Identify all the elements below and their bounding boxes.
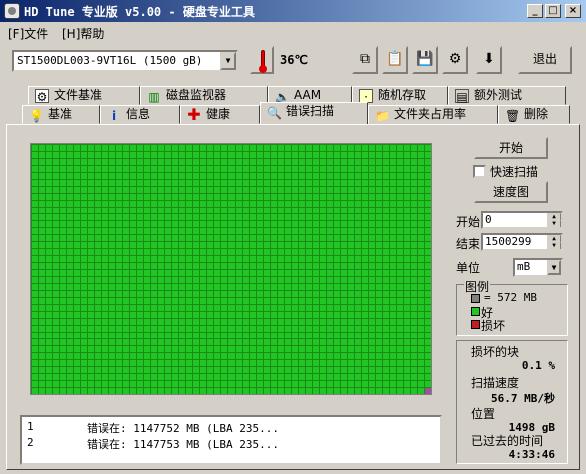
options-icon: ⚙ [448,51,462,67]
down-arrow-icon: ⬇ [483,51,495,67]
speed-map-button[interactable]: 速度图 [474,181,548,203]
random-access-icon: · [359,89,373,104]
legend-swatch-block [471,294,480,303]
paste-button[interactable]: 📋 [382,46,408,74]
tab-benchmark[interactable]: 💡 基准 [22,105,100,124]
title-bar: HD Tune 专业版 v5.00 - 硬盘专业工具 _ □ × [0,0,586,22]
copy-button[interactable]: ⧉ [352,46,378,74]
down-arrow-button[interactable]: ⬇ [476,46,502,74]
minimize-button[interactable]: _ [527,4,543,18]
menu-help[interactable]: [H]帮助 [62,25,104,42]
spin-down-icon[interactable]: ▼ [547,220,561,227]
quick-scan-label: 快速扫描 [490,165,539,179]
window-title: HD Tune 专业版 v5.00 - 硬盘专业工具 [24,5,255,19]
damaged-label: 损坏的块 [471,345,520,359]
unit-select[interactable]: mB ▼ [513,258,563,277]
lightbulb-icon: 💡 [29,109,44,123]
magnifier-icon: 🔍 [267,106,282,120]
disk-monitor-icon: ▥ [148,90,160,104]
options-button[interactable]: ⚙ [442,46,468,74]
spin-down-icon[interactable]: ▼ [547,242,561,249]
temperature-readout: 36℃ [280,53,308,67]
end-input[interactable]: 1500299 ▲ ▼ [481,233,563,251]
position-label: 位置 [471,407,496,421]
maximize-button[interactable]: □ [545,4,561,18]
start-input[interactable]: 0 ▲ ▼ [481,211,563,229]
tab-disk-monitor[interactable]: ▥ 磁盘监视器 [140,86,268,105]
copy-icon: ⧉ [360,51,370,67]
block-grid [31,144,431,394]
block-map [30,143,432,395]
save-icon: 💾 [416,51,434,67]
info-icon: i [111,109,117,123]
speed-label: 扫描速度 [471,376,520,390]
health-cross-icon: ✚ [187,105,201,124]
tab-health[interactable]: ✚ 健康 [180,105,260,124]
exit-button[interactable]: 退出 [518,46,572,74]
save-button[interactable]: 💾 [412,46,438,74]
speed-value: 56.7 MB/秒 [491,392,555,405]
tab-file-benchmark[interactable]: ⚙ 文件基准 [28,86,140,105]
legend-swatch-bad [471,320,480,329]
tab-error-scan[interactable]: 🔍 错误扫描 [260,102,368,124]
legend-block-label: = 572 MB [484,291,537,304]
scan-stats: 损坏的块 0.1 % 扫描速度 56.7 MB/秒 位置 1498 gB 已过去… [456,340,568,464]
elapsed-label: 已过去的时间 [471,434,544,448]
chevron-down-icon[interactable]: ▼ [220,52,236,70]
thermometer-icon [250,46,274,74]
menu-file[interactable]: [F]文件 [8,25,48,42]
legend-swatch-good [471,307,480,316]
current-block [425,388,431,394]
trash-icon: 🗑 [505,109,521,123]
file-benchmark-icon: ⚙ [35,89,49,104]
toolbar: ST1500DL003-9VT16L (1500 gB) ▼ 36℃ ⧉ 📋 💾… [0,42,586,78]
quick-scan-checkbox[interactable] [473,165,486,178]
error-log-list[interactable]: 1 错误在: 1147752 MB (LBA 235... 2 错误在: 114… [20,415,442,465]
extra-tests-icon: ▤ [455,89,469,104]
menu-bar: [F]文件 [H]帮助 [0,23,586,41]
drive-select-value: ST1500DL003-9VT16L (1500 gB) [17,54,203,67]
tab-erase[interactable]: 🗑 删除 [498,105,570,124]
paste-icon: 📋 [386,51,404,67]
app-disk-icon [4,3,20,19]
start-button[interactable]: 开始 [474,137,548,159]
drive-select[interactable]: ST1500DL003-9VT16L (1500 gB) ▼ [12,50,238,72]
close-button[interactable]: × [565,4,581,18]
damaged-value: 0.1 % [521,359,555,372]
unit-label: 单位 [456,261,481,275]
folder-icon: 📁 [375,109,390,123]
elapsed-value: 4:33:46 [508,448,555,461]
end-field-label: 结束 [456,237,481,251]
start-field-label: 开始 [456,215,481,229]
tab-folder-usage[interactable]: 📁 文件夹占用率 [368,105,498,124]
tab-info[interactable]: i 信息 [100,105,180,124]
chevron-down-icon[interactable]: ▼ [547,260,561,275]
legend-bad-label: 损坏 [481,319,506,333]
tab-extra-tests[interactable]: ▤ 额外测试 [448,86,566,105]
